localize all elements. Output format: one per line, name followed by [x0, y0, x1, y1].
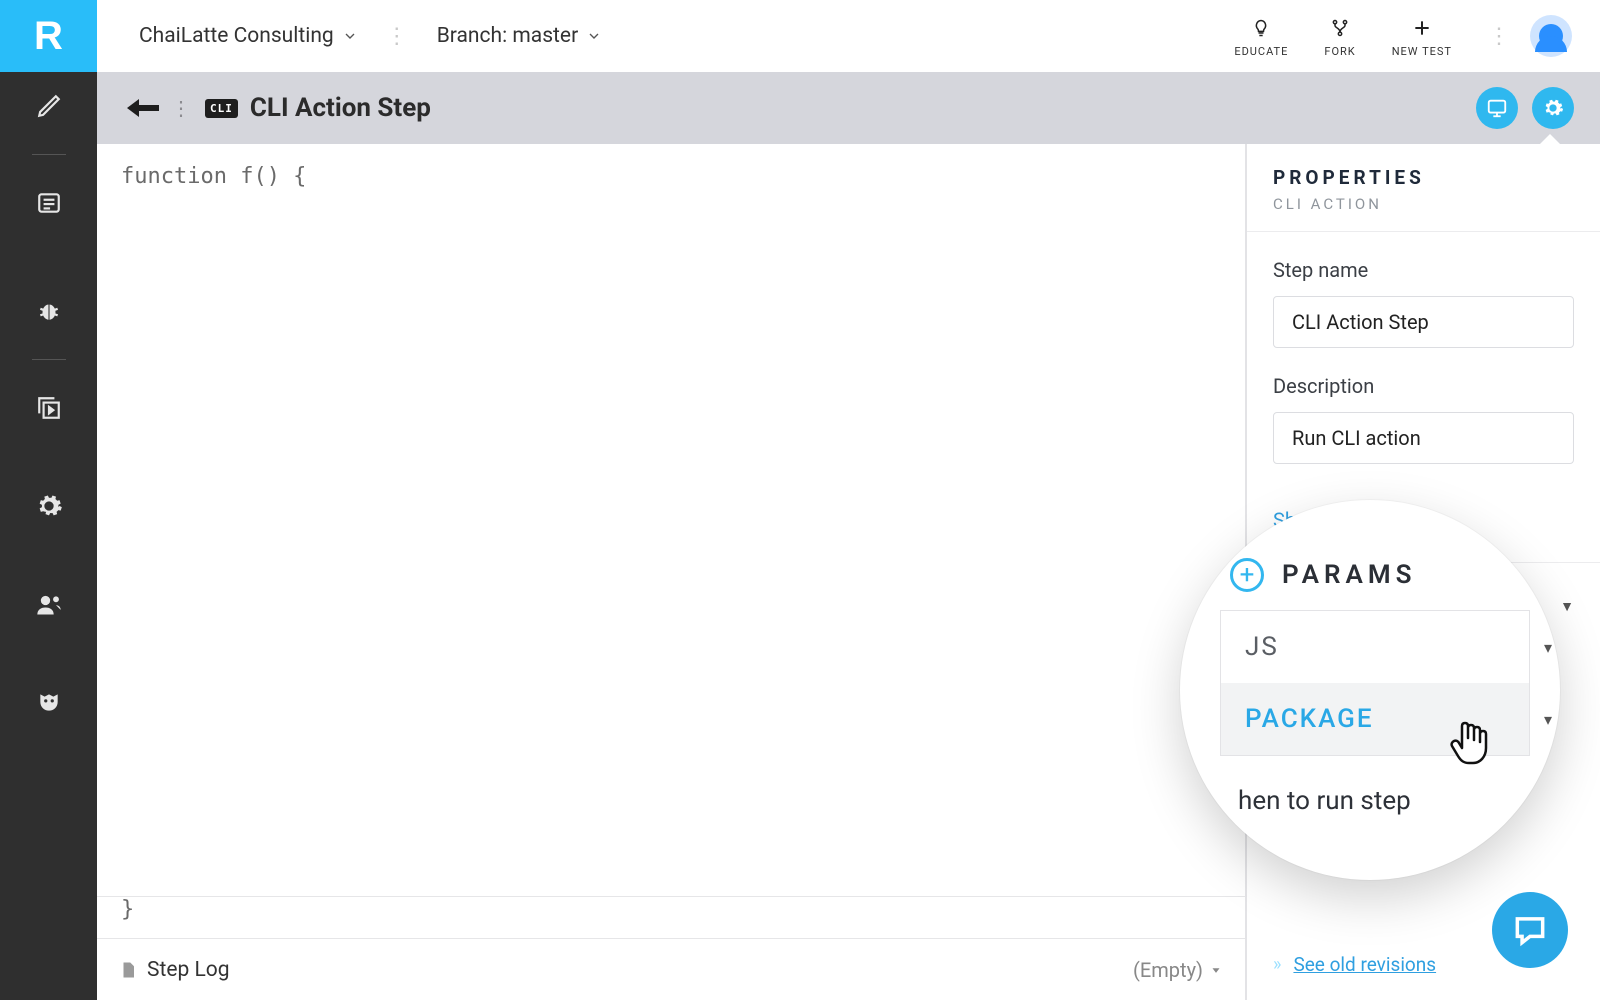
code-close-line[interactable]: } [97, 897, 1245, 938]
avatar-icon [1539, 24, 1563, 48]
properties-heading: PROPERTIES [1273, 166, 1574, 189]
top-bar: ChaiLatte Consulting ⋮ Branch: master ED… [97, 0, 1600, 72]
divider-dots: ⋮ [386, 24, 409, 49]
when-to-run-label: hen to run step [1238, 786, 1530, 816]
step-header: ⋮ CLI CLI Action Step [97, 72, 1600, 144]
back-button[interactable] [127, 97, 159, 119]
rail-separator [32, 359, 66, 360]
rail-list-icon[interactable] [0, 169, 97, 237]
rail-bug-icon[interactable] [0, 277, 97, 345]
fork-button[interactable]: FORK [1324, 15, 1355, 58]
org-selector[interactable]: ChaiLatte Consulting [139, 24, 358, 48]
revisions-row[interactable]: » See old revisions [1273, 953, 1436, 976]
params-dropdown: JS ▾ PACKAGE ▾ [1220, 610, 1530, 756]
params-section-header: + PARAMS [1230, 558, 1530, 592]
app-logo[interactable]: R [0, 0, 97, 72]
caret-down-icon: ▾ [1544, 710, 1554, 729]
document-icon [119, 959, 137, 981]
divider-dots: ⋮ [171, 96, 191, 120]
chevron-down-icon [342, 28, 358, 44]
step-log-status[interactable]: (Empty) [1133, 958, 1223, 982]
preview-button[interactable] [1476, 87, 1518, 129]
rail-settings-icon[interactable] [0, 472, 97, 540]
chat-button[interactable] [1492, 892, 1568, 968]
step-log-bar[interactable]: Step Log (Empty) [97, 938, 1245, 1000]
fork-icon [1330, 15, 1350, 41]
fork-label: FORK [1324, 45, 1355, 58]
code-body[interactable] [97, 189, 1245, 896]
chevron-down-icon: ▼ [1560, 598, 1574, 615]
rail-library-icon[interactable] [0, 374, 97, 442]
branch-label: Branch: master [437, 24, 578, 48]
revisions-link[interactable]: See old revisions [1293, 953, 1436, 976]
stepname-input[interactable]: CLI Action Step [1273, 296, 1574, 348]
code-editor: function f() { } Step Log (Empty) [97, 144, 1246, 1000]
cli-badge: CLI [205, 99, 238, 118]
zoom-lens-overlay: + PARAMS JS ▾ PACKAGE ▾ hen to run step [1180, 500, 1560, 880]
branch-selector[interactable]: Branch: master [437, 24, 602, 48]
caret-down-icon: ▾ [1544, 638, 1554, 657]
rail-separator [32, 154, 66, 155]
description-label: Description [1273, 374, 1574, 398]
dropdown-option-js[interactable]: JS ▾ [1221, 611, 1529, 683]
new-test-button[interactable]: NEW TEST [1392, 15, 1452, 58]
chevron-down-icon [586, 28, 602, 44]
dropdown-option-package[interactable]: PACKAGE ▾ [1221, 683, 1529, 755]
user-avatar[interactable] [1530, 15, 1572, 57]
rail-mask-icon[interactable] [0, 668, 97, 736]
plus-icon [1412, 15, 1432, 41]
divider [1247, 231, 1600, 232]
panel-pointer [1538, 134, 1562, 146]
params-label: PARAMS [1282, 560, 1417, 590]
left-rail: R [0, 0, 97, 1000]
properties-subheading: CLI ACTION [1273, 195, 1574, 213]
divider-dots: ⋮ [1488, 24, 1510, 49]
description-input[interactable]: Run CLI action [1273, 412, 1574, 464]
educate-button[interactable]: EDUCATE [1234, 15, 1288, 58]
educate-label: EDUCATE [1234, 45, 1288, 58]
stepname-label: Step name [1273, 258, 1574, 282]
rail-edit-icon[interactable] [0, 72, 97, 140]
step-settings-button[interactable] [1532, 87, 1574, 129]
step-log-title: Step Log [147, 958, 230, 982]
code-open-line[interactable]: function f() { [97, 144, 1245, 189]
add-param-button[interactable]: + [1230, 558, 1264, 592]
step-title: CLI Action Step [250, 93, 431, 123]
new-test-label: NEW TEST [1392, 45, 1452, 58]
rail-team-icon[interactable] [0, 570, 97, 638]
org-name: ChaiLatte Consulting [139, 24, 334, 48]
bulb-icon [1251, 15, 1271, 41]
chevron-double-right-icon: » [1273, 954, 1281, 975]
